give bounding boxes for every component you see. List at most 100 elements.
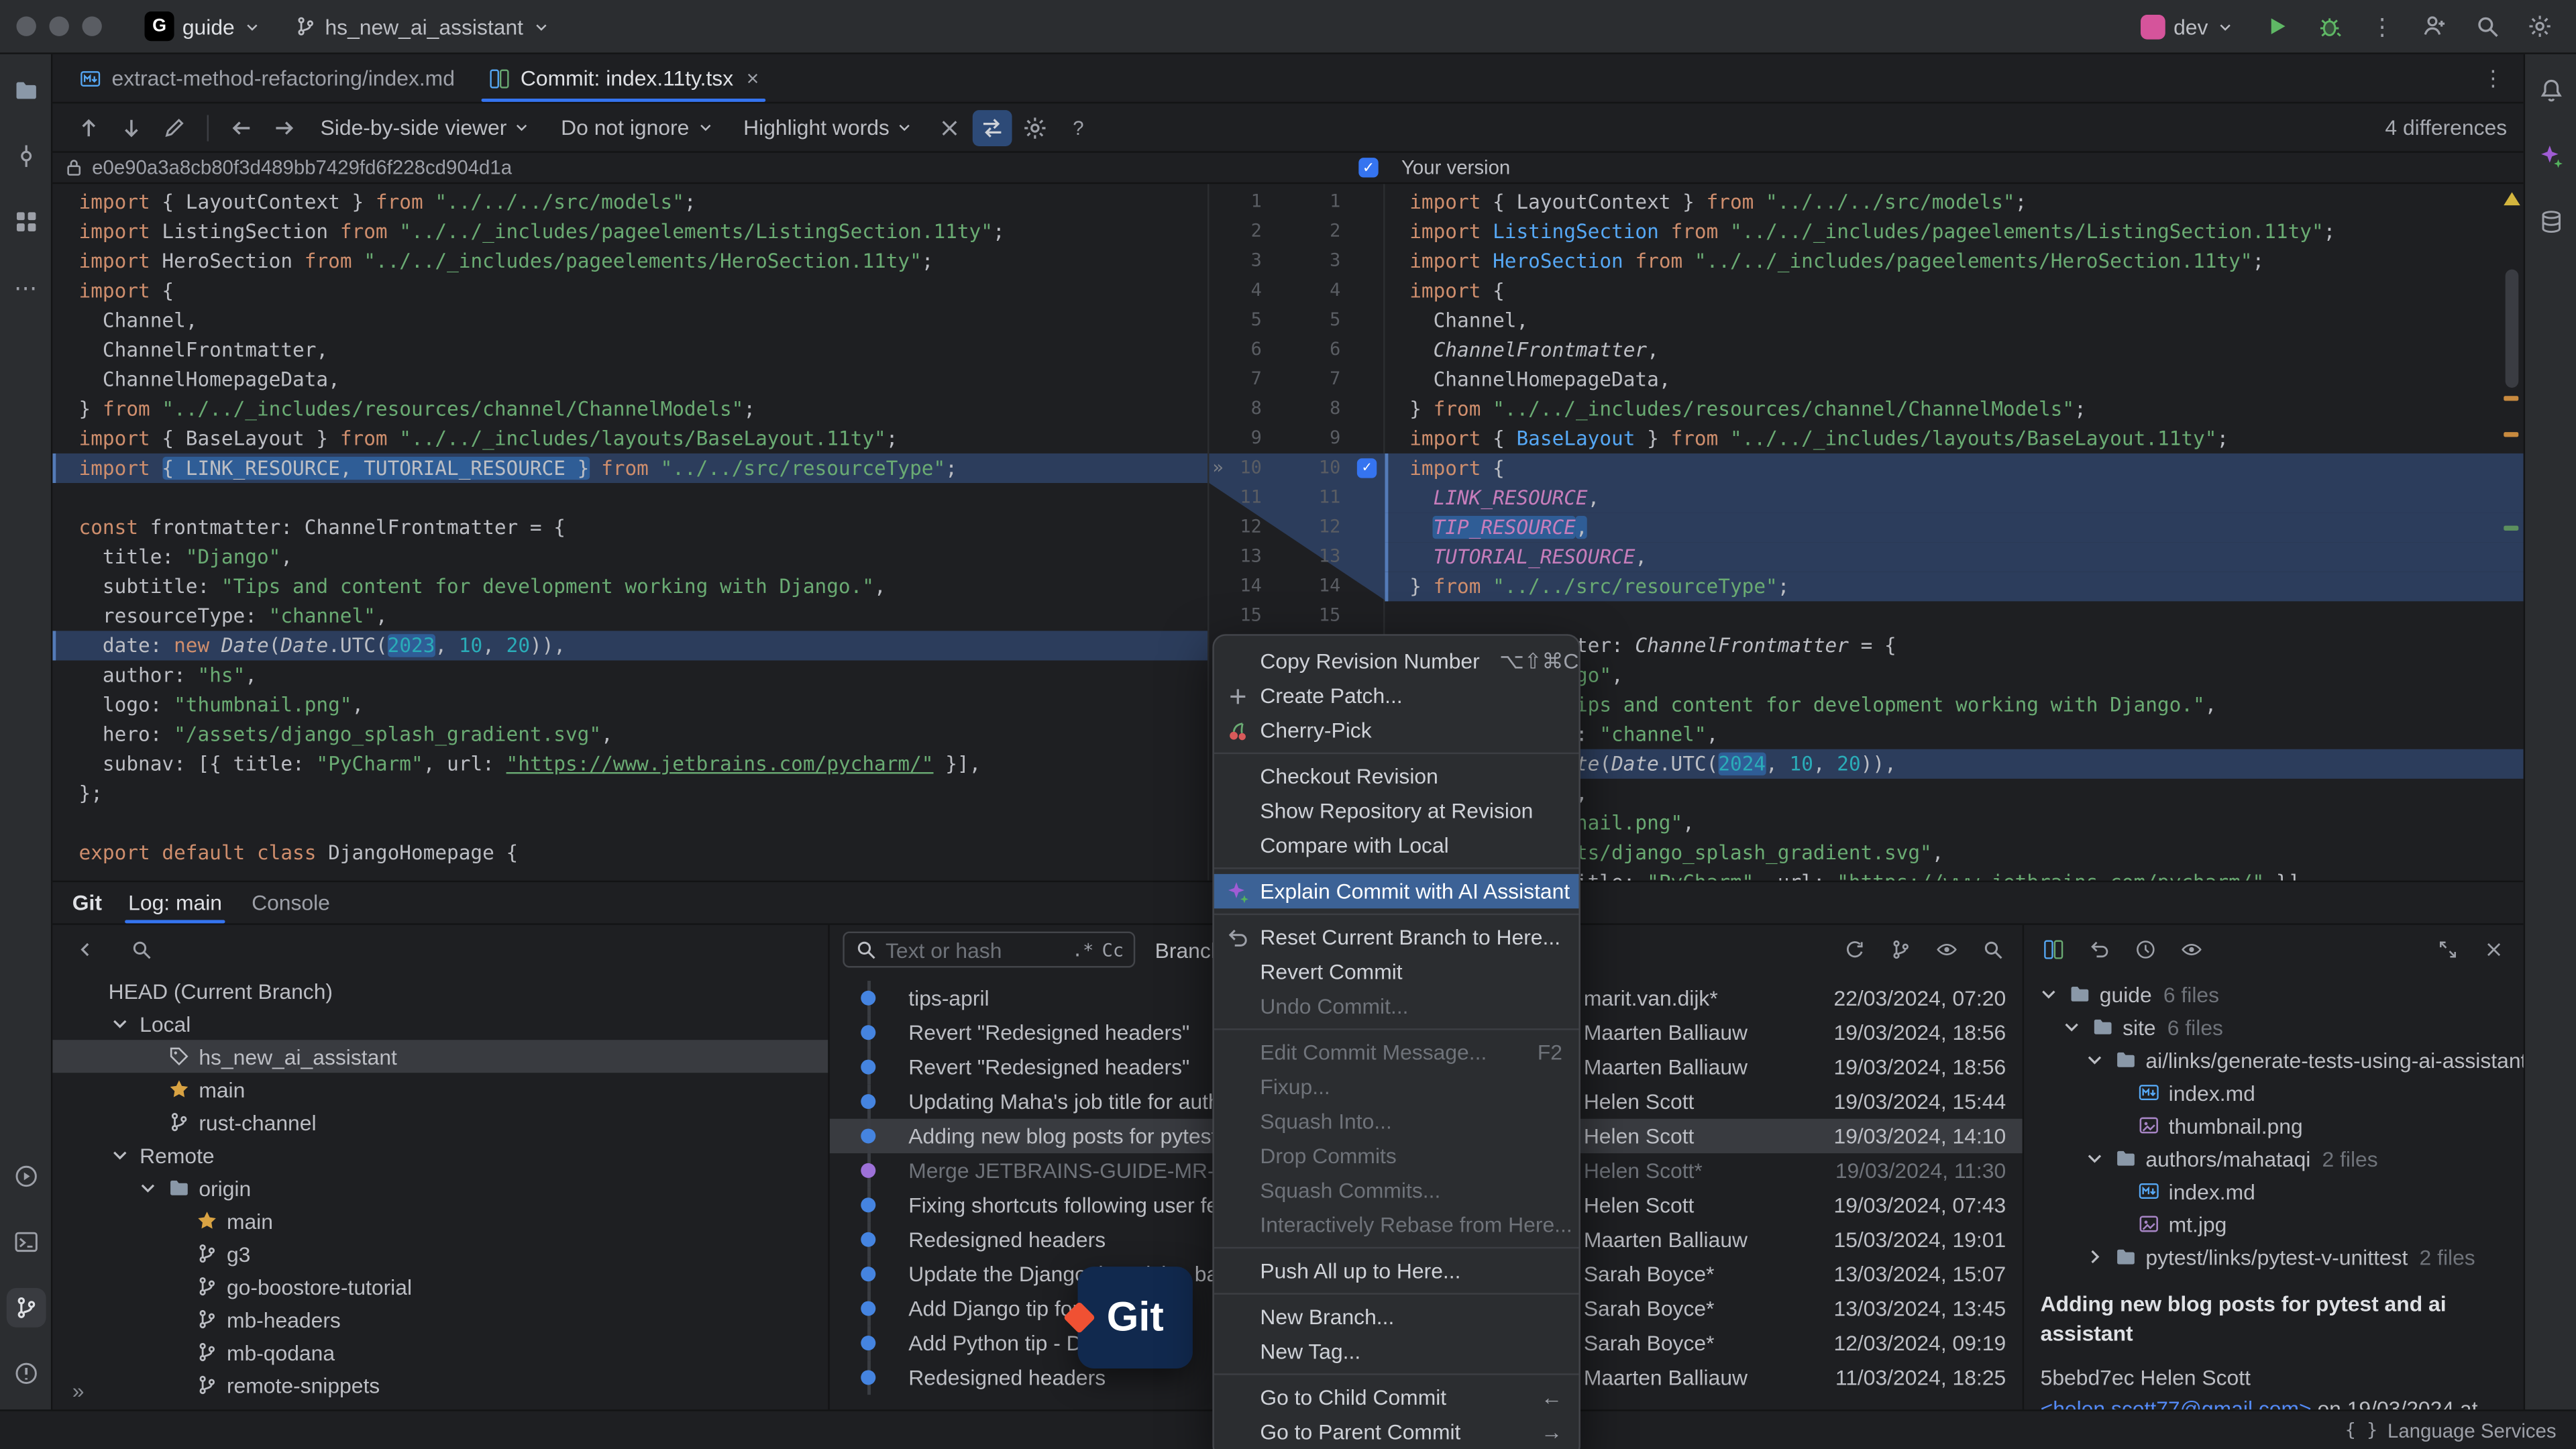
- zoom-window-button[interactable]: [82, 16, 102, 36]
- editor-tab[interactable]: Commit: index.11ty.tsx ×: [471, 54, 775, 102]
- debug-button[interactable]: [2310, 7, 2349, 46]
- settings-button[interactable]: [2520, 7, 2560, 46]
- tool-window-tab[interactable]: Log: main: [125, 882, 226, 924]
- menu-item[interactable]: Reset Current Branch to Here...: [1214, 920, 1579, 954]
- go-to-hash-button[interactable]: [1976, 933, 2009, 966]
- help-button[interactable]: ?: [1059, 109, 1098, 146]
- menu-item[interactable]: Compare with Local: [1214, 828, 1579, 862]
- changed-file-item[interactable]: site 6 files: [2024, 1010, 2523, 1043]
- menu-item[interactable]: Create Patch...: [1214, 678, 1579, 712]
- run-config-widget[interactable]: dev: [2131, 9, 2244, 43]
- forward-button[interactable]: [264, 109, 304, 146]
- minimize-window-button[interactable]: [49, 16, 69, 36]
- menu-item[interactable]: Cherry-Pick: [1214, 713, 1579, 747]
- branch-item[interactable]: origin: [52, 1171, 828, 1204]
- menu-item[interactable]: Revert Commit: [1214, 955, 1579, 989]
- branch-item[interactable]: main: [52, 1073, 828, 1106]
- highlight-mode-dropdown[interactable]: Highlight words: [731, 109, 928, 146]
- synchronize-scrolling-button[interactable]: [973, 109, 1013, 146]
- hide-panel-button[interactable]: [2477, 933, 2510, 966]
- tool-window-tab[interactable]: Console: [248, 882, 333, 923]
- diff-settings-button[interactable]: [1016, 109, 1055, 146]
- change-checkbox[interactable]: ✓: [1356, 458, 1377, 478]
- inspection-warning-icon[interactable]: [2504, 192, 2520, 206]
- menu-item[interactable]: Explain Commit with AI Assistant: [1214, 873, 1579, 909]
- refresh-log-button[interactable]: [1838, 933, 1871, 966]
- language-services-widget[interactable]: { } Language Services: [2345, 1419, 2557, 1442]
- notifications-button[interactable]: [2531, 70, 2571, 110]
- more-tools-button[interactable]: ⋯: [6, 268, 46, 307]
- show-diff-button[interactable]: [2037, 933, 2070, 966]
- view-options-button[interactable]: [1931, 933, 1964, 966]
- branch-item[interactable]: g3: [52, 1237, 828, 1270]
- editor-scrollbar[interactable]: [2500, 184, 2523, 880]
- branch-item[interactable]: go-boostore-tutorial: [52, 1270, 828, 1303]
- include-change-checkbox[interactable]: ✓: [1358, 158, 1379, 178]
- log-search-field[interactable]: .* Cc: [843, 931, 1136, 968]
- menu-item[interactable]: New Branch...: [1214, 1299, 1579, 1334]
- changed-file-item[interactable]: thumbnail.png: [2024, 1109, 2523, 1142]
- branch-item[interactable]: Local: [52, 1007, 828, 1040]
- branch-item[interactable]: Remote: [52, 1138, 828, 1171]
- tab-options-button[interactable]: ⋮: [2463, 54, 2524, 102]
- project-widget[interactable]: G guide: [135, 7, 271, 46]
- match-case-toggle[interactable]: Cc: [1102, 939, 1124, 961]
- rollback-button[interactable]: [2083, 933, 2116, 966]
- more-chevron-icon[interactable]: »: [72, 1379, 85, 1403]
- branch-item[interactable]: rust-channel: [52, 1106, 828, 1138]
- menu-item[interactable]: New Tag...: [1214, 1334, 1579, 1368]
- branch-item[interactable]: hs_new_ai_assistant: [52, 1040, 828, 1073]
- search-branches-button[interactable]: [125, 933, 158, 966]
- changed-file-item[interactable]: guide 6 files: [2024, 977, 2523, 1010]
- code-with-me-button[interactable]: [2415, 7, 2455, 46]
- viewer-mode-dropdown[interactable]: Side-by-side viewer: [307, 109, 545, 146]
- edit-source-button[interactable]: [154, 109, 194, 146]
- disable-editing-button[interactable]: [930, 109, 970, 146]
- menu-item[interactable]: Show Repository at Revision: [1214, 794, 1579, 828]
- branch-item[interactable]: HEAD (Current Branch): [52, 974, 828, 1007]
- collapse-panel-button[interactable]: [69, 933, 102, 966]
- more-run-actions-button[interactable]: ⋮: [2363, 7, 2402, 46]
- run-button[interactable]: [2257, 7, 2297, 46]
- search-everywhere-button[interactable]: [2467, 7, 2507, 46]
- changed-file-item[interactable]: mt.jpg: [2024, 1208, 2523, 1240]
- scrollbar-thumb[interactable]: [2505, 269, 2519, 388]
- branches-view-button[interactable]: [1884, 933, 1917, 966]
- menu-item[interactable]: Push All up to Here...: [1214, 1254, 1579, 1288]
- ai-assistant-button[interactable]: [2531, 136, 2571, 176]
- tab-close-icon[interactable]: ×: [747, 66, 759, 91]
- preview-button[interactable]: [2175, 933, 2208, 966]
- regex-toggle[interactable]: .*: [1072, 939, 1093, 961]
- back-button[interactable]: [222, 109, 262, 146]
- changed-file-item[interactable]: index.md: [2024, 1175, 2523, 1208]
- changed-file-item[interactable]: authors/mahataqi 2 files: [2024, 1142, 2523, 1175]
- menu-item[interactable]: Checkout Revision: [1214, 759, 1579, 793]
- ignore-mode-dropdown[interactable]: Do not ignore: [548, 109, 727, 146]
- log-search-input[interactable]: [885, 937, 1064, 962]
- branch-item[interactable]: mb-qodana: [52, 1336, 828, 1368]
- next-difference-button[interactable]: [112, 109, 152, 146]
- expand-panel-button[interactable]: [2431, 933, 2464, 966]
- branch-item[interactable]: remote-snippets: [52, 1368, 828, 1401]
- problems-tool-button[interactable]: [6, 1354, 46, 1393]
- changed-file-item[interactable]: pytest/links/pytest-v-unittest 2 files: [2024, 1240, 2523, 1273]
- branch-item[interactable]: main: [52, 1204, 828, 1237]
- menu-item[interactable]: Go to Child Commit ←: [1214, 1380, 1579, 1414]
- branch-item[interactable]: mb-headers: [52, 1303, 828, 1336]
- close-window-button[interactable]: [16, 16, 36, 36]
- history-button[interactable]: [2129, 933, 2162, 966]
- changed-file-item[interactable]: index.md: [2024, 1076, 2523, 1109]
- diff-left-pane[interactable]: import { LayoutContext } from "../../../…: [52, 184, 1208, 880]
- menu-item[interactable]: Go to Parent Commit →: [1214, 1415, 1579, 1449]
- terminal-tool-button[interactable]: [6, 1222, 46, 1262]
- previous-difference-button[interactable]: [69, 109, 109, 146]
- expand-change-icon[interactable]: »: [1212, 453, 1223, 483]
- changed-file-item[interactable]: ai/links/generate-tests-using-ai-assista…: [2024, 1043, 2524, 1076]
- database-tool-button[interactable]: [2531, 202, 2571, 241]
- editor-tab[interactable]: extract-method-refactoring/index.md: [62, 54, 471, 102]
- git-tool-button[interactable]: [5, 1288, 46, 1328]
- menu-item[interactable]: Copy Revision Number ⌥⇧⌘C: [1214, 644, 1579, 678]
- commit-tool-button[interactable]: [6, 136, 46, 176]
- services-tool-button[interactable]: [6, 1157, 46, 1196]
- structure-tool-button[interactable]: [6, 202, 46, 241]
